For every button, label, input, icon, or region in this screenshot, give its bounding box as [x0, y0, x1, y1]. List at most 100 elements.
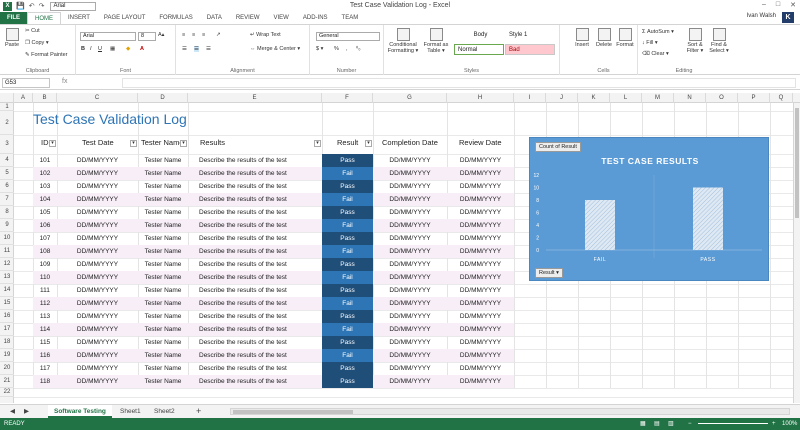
bold-icon[interactable]: B [81, 46, 85, 52]
cell-tester-name[interactable]: Tester Name [138, 232, 188, 245]
maximize-button[interactable]: □ [776, 1, 780, 9]
paste-button[interactable]: Paste [3, 28, 21, 48]
align-bottom-icon[interactable]: ≡ [202, 32, 205, 38]
filter-dropdown-icon[interactable]: ▾ [314, 140, 321, 147]
column-header[interactable]: G [373, 93, 447, 103]
cell-review-date[interactable]: DD/MM/YYYY [447, 349, 514, 362]
cell-id[interactable]: 118 [33, 375, 57, 388]
table-row[interactable]: 101 DD/MM/YYYY Tester Name Describe the res… [33, 154, 514, 167]
close-button[interactable]: ✕ [790, 1, 796, 9]
table-row[interactable]: 110 DD/MM/YYYY Tester Name Describe the res… [33, 271, 514, 284]
cell-test-date[interactable]: DD/MM/YYYY [57, 232, 138, 245]
cell-review-date[interactable]: DD/MM/YYYY [447, 310, 514, 323]
cell-result[interactable]: Pass [322, 375, 373, 388]
row-header[interactable]: 16 [0, 310, 14, 323]
table-row[interactable]: 118 DD/MM/YYYY Tester Name Describe the res… [33, 375, 514, 388]
cell-id[interactable]: 115 [33, 336, 57, 349]
cell-review-date[interactable]: DD/MM/YYYY [447, 336, 514, 349]
filter-dropdown-icon[interactable]: ▾ [365, 140, 372, 147]
row-header[interactable]: 1 [0, 103, 14, 111]
cell-result[interactable]: Fail [322, 167, 373, 180]
quick-font-box[interactable]: Arial [50, 1, 97, 11]
table-row[interactable]: 103 DD/MM/YYYY Tester Name Describe the res… [33, 180, 514, 193]
sheet-tab-sheet2[interactable]: Sheet2 [148, 405, 181, 418]
align-middle-icon[interactable]: ≡ [192, 32, 195, 38]
cell-results[interactable]: Describe the results of the test [188, 154, 322, 167]
align-center-icon[interactable]: ☰ [194, 46, 199, 52]
cell-tester-name[interactable]: Tester Name [138, 245, 188, 258]
cell-result[interactable]: Pass [322, 284, 373, 297]
fill-button[interactable]: ↓ Fill ▾ [642, 40, 658, 46]
cut-button[interactable]: ✂ Cut [25, 28, 40, 34]
column-header[interactable]: D [138, 93, 188, 103]
undo-icon[interactable]: ↶ [29, 2, 35, 10]
tab-team[interactable]: TEAM [335, 12, 366, 24]
cell-completion-date[interactable]: DD/MM/YYYY [373, 271, 447, 284]
delete-cells-button[interactable]: Delete [594, 28, 614, 48]
table-row[interactable]: 104 DD/MM/YYYY Tester Name Describe the res… [33, 193, 514, 206]
cell-result[interactable]: Pass [322, 362, 373, 375]
cell-tester-name[interactable]: Tester Name [138, 219, 188, 232]
cell-review-date[interactable]: DD/MM/YYYY [447, 258, 514, 271]
column-header[interactable]: O [706, 93, 738, 103]
format-painter-button[interactable]: ✎ Format Painter [25, 52, 68, 58]
format-as-table-button[interactable]: Format as Table ▾ [422, 28, 450, 54]
cell-test-date[interactable]: DD/MM/YYYY [57, 375, 138, 388]
row-header[interactable]: 17 [0, 323, 14, 336]
insert-cells-button[interactable]: Insert [572, 28, 592, 48]
table-row[interactable]: 113 DD/MM/YYYY Tester Name Describe the res… [33, 310, 514, 323]
cell-review-date[interactable]: DD/MM/YYYY [447, 193, 514, 206]
cell-id[interactable]: 105 [33, 206, 57, 219]
name-box[interactable]: G53 [2, 78, 50, 88]
grow-font-icon[interactable]: A▴ [158, 32, 164, 38]
cell-completion-date[interactable]: DD/MM/YYYY [373, 323, 447, 336]
cell-id[interactable]: 109 [33, 258, 57, 271]
cell-tester-name[interactable]: Tester Name [138, 193, 188, 206]
underline-icon[interactable]: U [98, 46, 102, 52]
row-header[interactable]: 6 [0, 180, 14, 193]
conditional-formatting-button[interactable]: Conditional Formatting ▾ [386, 28, 420, 54]
column-header[interactable]: K [578, 93, 610, 103]
table-row[interactable]: 114 DD/MM/YYYY Tester Name Describe the res… [33, 323, 514, 336]
cell-id[interactable]: 111 [33, 284, 57, 297]
cell-result[interactable]: Fail [322, 349, 373, 362]
select-all-corner[interactable] [0, 93, 14, 103]
sheet-nav-next-icon[interactable]: ▶ [18, 405, 35, 418]
format-cells-button[interactable]: Format [615, 28, 635, 48]
style-style1[interactable]: Style 1 [505, 29, 555, 40]
style-normal[interactable]: Normal [454, 44, 504, 55]
cell-tester-name[interactable]: Tester Name [138, 284, 188, 297]
row-header[interactable]: 19 [0, 349, 14, 362]
cell-id[interactable]: 116 [33, 349, 57, 362]
align-top-icon[interactable]: ≡ [182, 32, 185, 38]
cell-completion-date[interactable]: DD/MM/YYYY [373, 284, 447, 297]
table-row[interactable]: 108 DD/MM/YYYY Tester Name Describe the res… [33, 245, 514, 258]
column-header[interactable]: I [514, 93, 546, 103]
cell-id[interactable]: 114 [33, 323, 57, 336]
fx-icon[interactable]: fx [62, 78, 67, 85]
tab-file[interactable]: FILE [0, 12, 27, 24]
cell-review-date[interactable]: DD/MM/YYYY [447, 180, 514, 193]
cell-test-date[interactable]: DD/MM/YYYY [57, 271, 138, 284]
column-header[interactable]: L [610, 93, 642, 103]
cell-result[interactable]: Pass [322, 154, 373, 167]
cell-id[interactable]: 112 [33, 297, 57, 310]
tab-view[interactable]: VIEW [267, 12, 296, 24]
filter-dropdown-icon[interactable]: ▾ [130, 140, 137, 147]
page-break-view-icon[interactable]: ▥ [668, 418, 674, 430]
table-row[interactable]: 111 DD/MM/YYYY Tester Name Describe the res… [33, 284, 514, 297]
style-body[interactable]: Body [454, 29, 504, 40]
cell-review-date[interactable]: DD/MM/YYYY [447, 271, 514, 284]
border-icon[interactable]: ▦ [110, 46, 115, 52]
table-row[interactable]: 112 DD/MM/YYYY Tester Name Describe the res… [33, 297, 514, 310]
chart-filter-button[interactable]: Result ▾ [535, 268, 563, 278]
cell-test-date[interactable]: DD/MM/YYYY [57, 219, 138, 232]
zoom-out-icon[interactable]: − [688, 418, 692, 430]
cell-results[interactable]: Describe the results of the test [188, 336, 322, 349]
tab-data[interactable]: DATA [200, 12, 229, 24]
cell-results[interactable]: Describe the results of the test [188, 180, 322, 193]
scroll-thumb[interactable] [795, 108, 799, 218]
row-header[interactable]: 20 [0, 362, 14, 375]
cell-test-date[interactable]: DD/MM/YYYY [57, 323, 138, 336]
cell-test-date[interactable]: DD/MM/YYYY [57, 310, 138, 323]
